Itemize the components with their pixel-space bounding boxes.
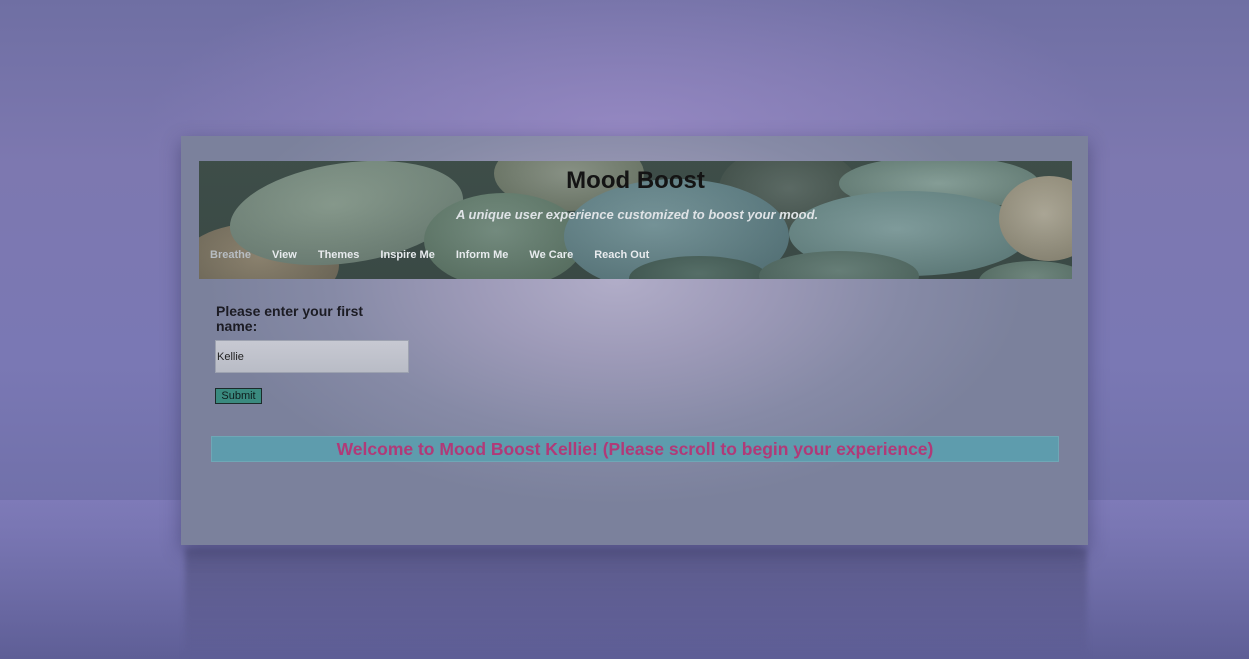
first-name-label: Please enter your first name:	[216, 303, 364, 334]
nav-item-breathe[interactable]: Breathe	[210, 249, 251, 261]
panel-reflection	[185, 548, 1087, 659]
site-title: Mood Boost	[199, 167, 1072, 195]
nav-item-inform-me[interactable]: Inform Me	[456, 249, 509, 261]
nav-item-view[interactable]: View	[272, 249, 297, 261]
nav-item-we-care[interactable]: We Care	[529, 249, 573, 261]
header-banner: Mood Boost A unique user experience cust…	[199, 161, 1072, 279]
site-title-text: Mood Boost	[566, 167, 705, 194]
nav-item-themes[interactable]: Themes	[318, 249, 360, 261]
main-nav: Breathe View Themes Inspire Me Inform Me…	[210, 249, 670, 261]
nav-item-inspire-me[interactable]: Inspire Me	[380, 249, 434, 261]
first-name-input[interactable]	[215, 340, 409, 373]
submit-button[interactable]: Submit	[215, 388, 262, 404]
site-tagline: A unique user experience customized to b…	[456, 207, 819, 222]
welcome-banner: Welcome to Mood Boost Kellie! (Please sc…	[211, 436, 1059, 462]
nav-item-reach-out[interactable]: Reach Out	[594, 249, 649, 261]
page-panel: Mood Boost A unique user experience cust…	[181, 136, 1088, 545]
